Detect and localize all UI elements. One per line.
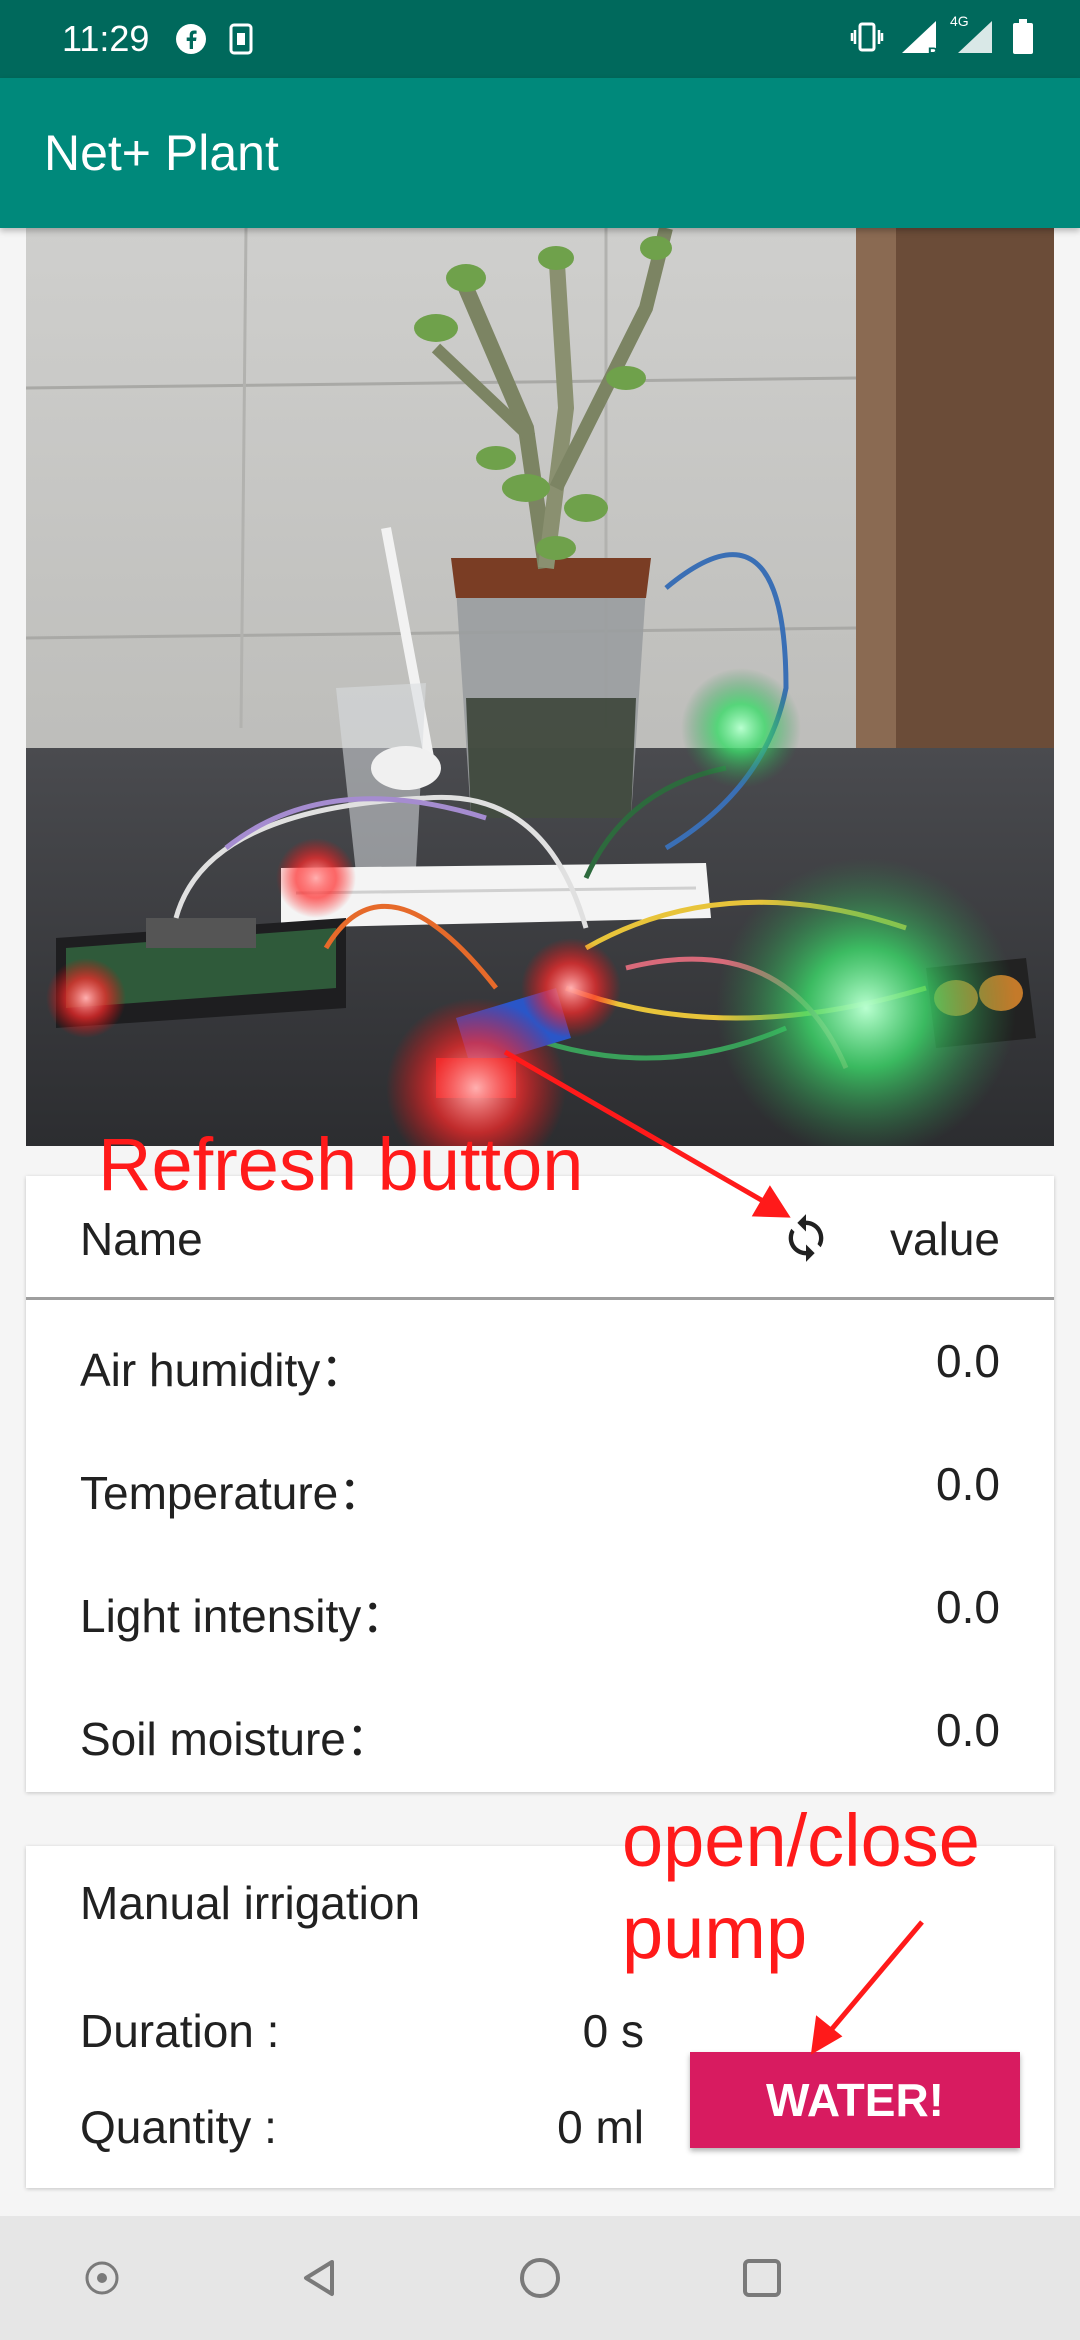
refresh-icon — [788, 1214, 824, 1262]
duration-value: 0 s — [582, 2005, 644, 2057]
vibrate-icon — [850, 20, 884, 59]
sensor-row-light-intensity: Light intensity： 0.0 — [26, 1566, 1054, 1646]
app-bar: Net+ Plant — [0, 78, 1080, 228]
sim-notification-icon — [229, 23, 253, 55]
sensor-label: Air humidity： — [80, 1344, 367, 1396]
home-icon — [520, 2258, 560, 2298]
sensor-value: 0.0 — [936, 1335, 1000, 1387]
annotation-pump-line2: pump — [622, 1891, 808, 1974]
irrigation-card: Manual irrigation Duration : 0 s Quantit… — [26, 1846, 1054, 2188]
header-value: value — [890, 1213, 1000, 1265]
plant-photo — [26, 228, 1054, 1146]
sensor-label: Light intensity： — [80, 1590, 408, 1642]
sensor-table-card: Name value Air humidity： 0.0 Temperature… — [26, 1176, 1054, 1792]
roaming-label: R — [927, 43, 938, 60]
duration-label: Duration : — [80, 2005, 280, 2057]
irrigation-title: Manual irrigation — [80, 1877, 421, 1929]
signal-4g-icon: 4G — [950, 13, 996, 60]
sensor-row-temperature: Temperature： 0.0 — [26, 1443, 1054, 1523]
quantity-label: Quantity : — [80, 2101, 277, 2153]
signal-roaming-icon: R — [900, 19, 940, 60]
annotation-refresh: Refresh button — [98, 1123, 584, 1206]
sensor-value: 0.0 — [936, 1704, 1000, 1756]
nav-bar — [0, 2216, 1080, 2340]
battery-icon — [1012, 18, 1034, 60]
status-bar: 11:29 R 4G — [0, 0, 1080, 78]
recents-button[interactable] — [738, 2254, 786, 2302]
accessibility-dot-icon — [85, 2261, 119, 2295]
header-name: Name — [80, 1213, 203, 1265]
app-title: Net+ Plant — [44, 125, 279, 181]
status-time: 11:29 — [62, 18, 150, 59]
annotation-pump-line1: open/close — [622, 1799, 980, 1882]
back-icon — [304, 2260, 334, 2296]
facebook-icon — [175, 23, 207, 55]
network-label: 4G — [950, 12, 969, 29]
accessibility-dot-button[interactable] — [78, 2254, 126, 2302]
quantity-value: 0 ml — [557, 2101, 644, 2153]
recents-icon — [743, 2259, 781, 2297]
sensor-label: Temperature： — [80, 1467, 385, 1519]
sensor-label: Soil moisture： — [80, 1713, 392, 1765]
sensor-row-air-humidity: Air humidity： 0.0 — [26, 1320, 1054, 1400]
home-button[interactable] — [516, 2254, 564, 2302]
sensor-value: 0.0 — [936, 1581, 1000, 1633]
sensor-value: 0.0 — [936, 1458, 1000, 1510]
sensor-row-soil-moisture: Soil moisture： 0.0 — [26, 1689, 1054, 1769]
water-button[interactable]: WATER! — [690, 2052, 1020, 2148]
refresh-button[interactable] — [774, 1206, 838, 1270]
back-button[interactable] — [296, 2254, 344, 2302]
